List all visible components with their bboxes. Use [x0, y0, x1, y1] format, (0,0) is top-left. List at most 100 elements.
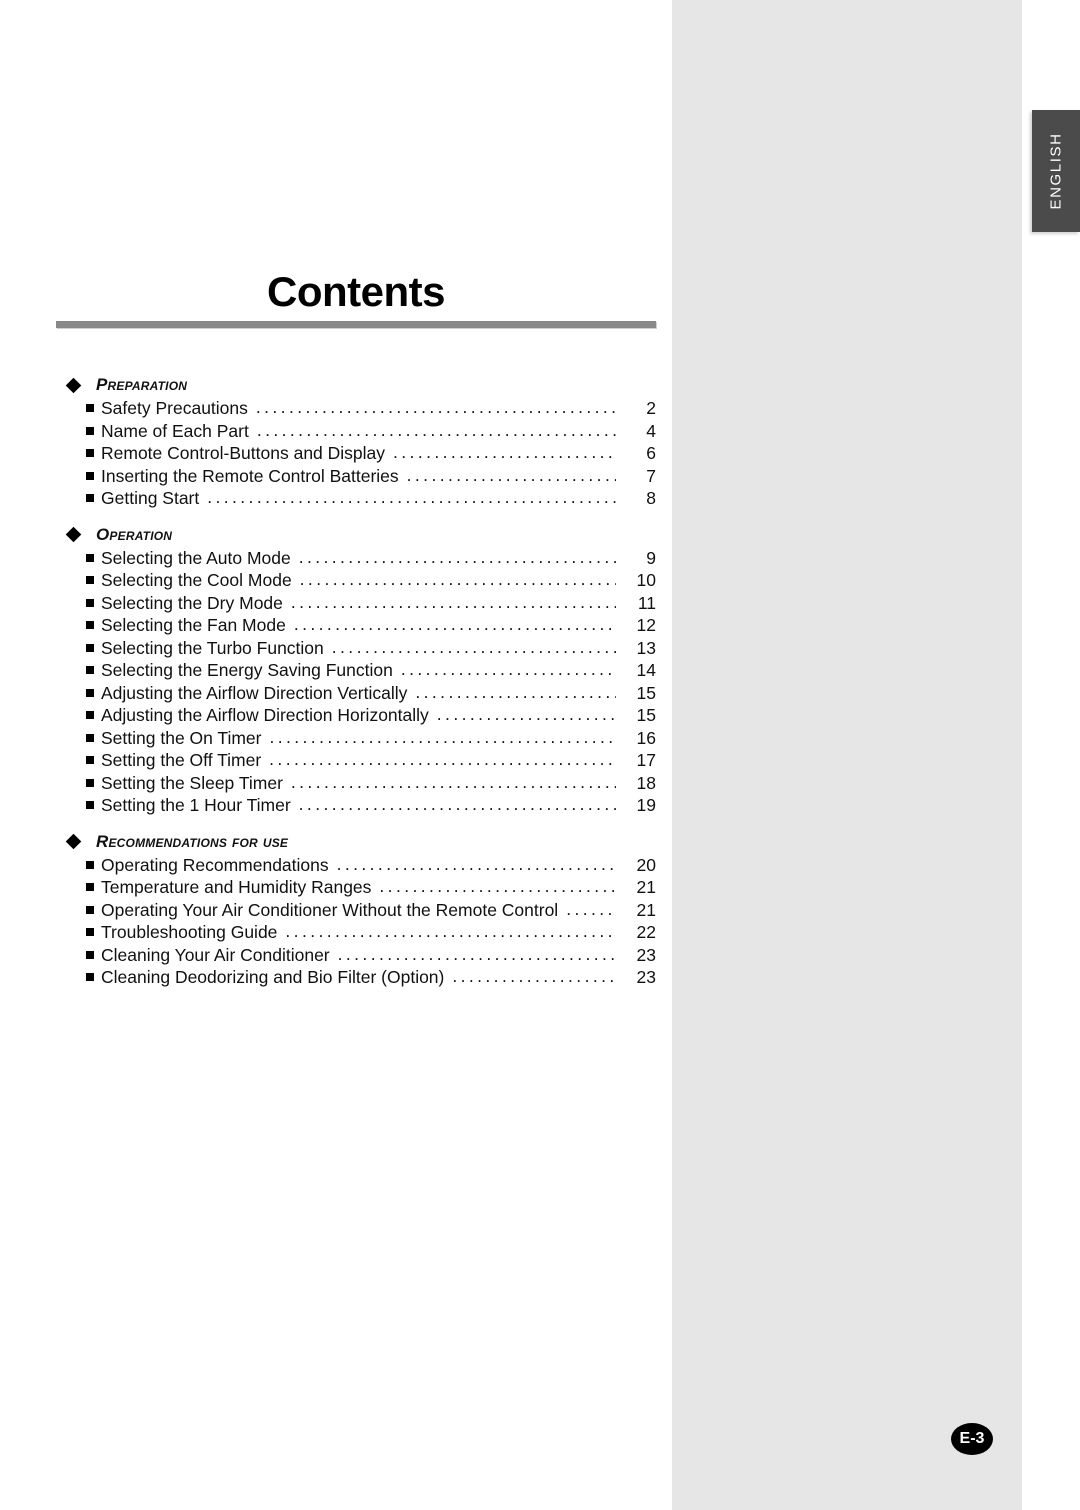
toc-entry-page: 7 [646, 465, 656, 486]
square-bullet-icon [86, 598, 94, 607]
toc-leader-dots: ........................................… [207, 487, 616, 507]
square-bullet-icon [86, 973, 94, 981]
toc-entry-page: 10 [636, 570, 656, 590]
toc-leader-dots: ........................................… [290, 771, 616, 792]
title-divider [56, 321, 656, 328]
toc-section-title: Recommendations for use [96, 831, 289, 851]
toc-entry-page: 20 [636, 854, 656, 875]
toc-entry[interactable]: Selecting the Auto Mode.................… [86, 546, 656, 571]
toc-entry-page: 9 [646, 547, 656, 568]
toc-entry-label: Getting Start [101, 488, 200, 508]
toc-leader-dots: ........................................… [255, 397, 616, 417]
diamond-bullet-icon [65, 526, 82, 543]
square-bullet-icon [86, 711, 94, 719]
table-of-contents: Preparation Safety Precautions...........… [56, 374, 656, 990]
toc-leader-dots: ........................................… [415, 681, 616, 702]
toc-entry-label: Adjusting the Airflow Direction Horizont… [101, 705, 429, 725]
toc-entry[interactable]: Operating Your Air Conditioner Without t… [86, 898, 656, 923]
square-bullet-icon [86, 778, 94, 787]
toc-section: Recommendations for use Operating Recomme… [56, 831, 656, 990]
toc-entry[interactable]: Name of Each Part.......................… [86, 419, 656, 444]
toc-entry[interactable]: Selecting the Fan Mode..................… [86, 614, 656, 638]
toc-entry-label: Cleaning Deodorizing and Bio Filter (Opt… [101, 967, 445, 987]
toc-entry-page: 14 [636, 660, 656, 680]
square-bullet-icon [86, 666, 94, 674]
toc-entry[interactable]: Selecting the Cool Mode.................… [86, 569, 656, 593]
toc-leader-dots: ........................................… [436, 704, 616, 724]
toc-entry-label: Selecting the Fan Mode [101, 615, 286, 635]
toc-entry[interactable]: Setting the Sleep Timer.................… [86, 771, 656, 796]
square-bullet-icon [86, 621, 94, 629]
toc-entry-page: 4 [646, 420, 656, 441]
square-bullet-icon [86, 494, 94, 502]
page-title: Contents [267, 268, 446, 315]
toc-entry[interactable]: Troubleshooting Guide...................… [86, 921, 656, 945]
toc-entry[interactable]: Selecting the Dry Mode..................… [86, 592, 656, 616]
square-bullet-icon [86, 928, 94, 936]
toc-leader-dots: ........................................… [336, 853, 616, 874]
toc-entry-page: 23 [636, 944, 656, 965]
toc-entry[interactable]: Adjusting the Airflow Direction Vertical… [86, 681, 656, 706]
toc-leader-dots: ........................................… [293, 614, 616, 634]
toc-entry-label: Setting the 1 Hour Timer [101, 795, 291, 815]
toc-leader-dots: ........................................… [256, 419, 616, 440]
toc-entry[interactable]: Safety Precautions......................… [86, 397, 656, 421]
square-bullet-icon [86, 553, 94, 562]
toc-entry[interactable]: Remote Control-Buttons and Display......… [86, 442, 656, 466]
toc-entry-label: Selecting the Dry Mode [101, 592, 283, 613]
page-margin-panel [672, 0, 1022, 1510]
toc-entry[interactable]: Setting the Off Timer...................… [86, 749, 656, 773]
toc-entry-label: Setting the On Timer [101, 727, 262, 748]
toc-leader-dots: ........................................… [566, 898, 616, 919]
toc-leader-dots: ........................................… [299, 569, 616, 589]
toc-entry[interactable]: Cleaning Deodorizing and Bio Filter (Opt… [86, 966, 656, 990]
toc-entry[interactable]: Inserting the Remote Control Batteries..… [86, 464, 656, 489]
toc-entry[interactable]: Operating Recommendations...............… [86, 853, 656, 878]
toc-entry-label: Remote Control-Buttons and Display [101, 443, 386, 463]
toc-entry-label: Adjusting the Airflow Direction Vertical… [101, 682, 408, 703]
toc-entry[interactable]: Selecting the Turbo Function............… [86, 637, 656, 661]
diamond-bullet-icon [65, 377, 82, 393]
toc-entry-label: Temperature and Humidity Ranges [101, 877, 372, 897]
toc-entry[interactable]: Adjusting the Airflow Direction Horizont… [86, 704, 656, 728]
toc-entry-page: 8 [646, 488, 656, 508]
square-bullet-icon [86, 801, 94, 809]
toc-entry-label: Cleaning Your Air Conditioner [101, 944, 330, 965]
toc-entry-page: 13 [636, 637, 656, 658]
toc-section-title: Preparation [96, 375, 188, 394]
toc-entry-label: Operating Recommendations [101, 854, 329, 875]
square-bullet-icon [86, 950, 94, 959]
toc-entry[interactable]: Getting Start...........................… [86, 487, 656, 511]
toc-entry[interactable]: Setting the On Timer....................… [86, 726, 656, 751]
diamond-bullet-icon [65, 833, 82, 850]
toc-section: Preparation Safety Precautions...........… [56, 374, 656, 511]
square-bullet-icon [86, 576, 94, 584]
language-tab-label: ENGLISH [1047, 132, 1065, 210]
square-bullet-icon [86, 756, 94, 764]
toc-leader-dots: ........................................… [406, 464, 616, 485]
toc-leader-dots: ........................................… [298, 794, 616, 814]
square-bullet-icon [86, 905, 94, 914]
toc-section-header: Operation [65, 524, 656, 546]
toc-entry[interactable]: Setting the 1 Hour Timer................… [86, 794, 656, 818]
language-tab-english: ENGLISH [1032, 110, 1080, 232]
toc-entry-label: Selecting the Turbo Function [101, 637, 324, 658]
toc-entry-page: 2 [646, 398, 656, 418]
toc-entry[interactable]: Temperature and Humidity Ranges.........… [86, 876, 656, 900]
manual-page: ENGLISH Contents Preparation Safety Preca… [0, 0, 1080, 1510]
toc-leader-dots: ........................................… [285, 921, 616, 941]
toc-item-list: Selecting the Auto Mode.................… [56, 546, 656, 818]
toc-entry-label: Selecting the Auto Mode [101, 547, 291, 568]
toc-entry-label: Selecting the Cool Mode [101, 570, 292, 590]
toc-entry-page: 6 [646, 443, 656, 463]
toc-entry-page: 12 [636, 615, 656, 635]
toc-entry-label: Safety Precautions [101, 398, 248, 418]
toc-entry-page: 11 [637, 592, 656, 613]
toc-entry-label: Troubleshooting Guide [101, 922, 278, 942]
toc-entry-page: 17 [636, 750, 656, 770]
toc-entry[interactable]: Selecting the Energy Saving Function....… [86, 659, 656, 683]
toc-entry[interactable]: Cleaning Your Air Conditioner...........… [86, 944, 656, 968]
toc-leader-dots: ........................................… [379, 876, 616, 896]
toc-leader-dots: ........................................… [298, 546, 616, 567]
toc-leader-dots: ........................................… [269, 726, 617, 747]
